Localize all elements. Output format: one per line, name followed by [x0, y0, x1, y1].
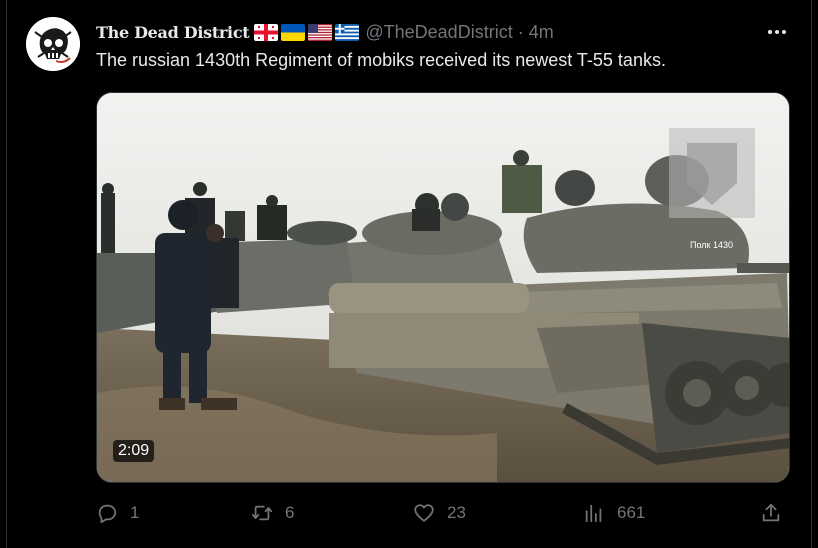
views-icon	[585, 504, 602, 523]
action-bar: 1 6 23 661	[96, 500, 790, 526]
reply-count: 1	[130, 503, 140, 522]
flag-emojis	[254, 23, 360, 41]
handle[interactable]: @TheDeadDistrict	[365, 22, 512, 43]
reply-icon	[98, 504, 117, 524]
video-player[interactable]: Полк 1430 2:09	[96, 92, 790, 483]
reply-button[interactable]: 1	[96, 500, 139, 526]
video-duration: 2:09	[113, 440, 155, 462]
timestamp[interactable]: 4m	[529, 22, 554, 43]
views-count: 661	[617, 503, 646, 522]
heart-icon	[414, 504, 434, 522]
watermark-text: Полк 1430	[690, 240, 733, 250]
share-button[interactable]	[760, 500, 782, 526]
like-button[interactable]: 23	[413, 500, 466, 526]
greece-flag-icon	[335, 23, 360, 41]
avatar[interactable]	[26, 17, 80, 71]
repost-count: 6	[285, 503, 295, 522]
views-button[interactable]: 661	[583, 500, 645, 526]
like-count: 23	[447, 503, 466, 522]
more-horizontal-icon	[768, 30, 786, 34]
separator-dot: ·	[517, 21, 524, 42]
post-text: The russian 1430th Regiment of mobiks re…	[96, 50, 666, 70]
share-icon	[762, 503, 780, 522]
post-header: The Dead District @TheDeadDistrict · 4m	[96, 20, 554, 44]
more-options-button[interactable]	[766, 22, 788, 42]
usa-flag-icon	[308, 23, 333, 41]
skull-logo-icon	[26, 17, 80, 71]
display-name[interactable]: The Dead District	[96, 23, 250, 42]
georgia-flag-icon	[254, 23, 279, 41]
ukraine-flag-icon	[281, 23, 306, 41]
video-thumbnail: Полк 1430	[97, 93, 789, 482]
repost-button[interactable]: 6	[251, 500, 294, 526]
repost-icon	[251, 505, 273, 521]
